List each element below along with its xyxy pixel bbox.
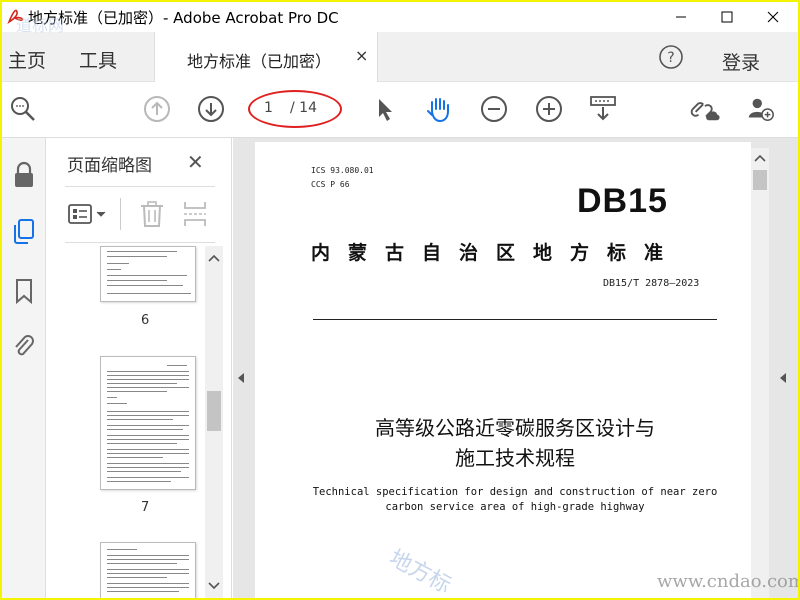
hand-tool-button[interactable] [424, 94, 454, 124]
extract-pages-icon[interactable] [181, 200, 209, 228]
thumbnail-options-button[interactable] [67, 202, 115, 228]
toolbar: 1 / 14 [2, 82, 798, 138]
share-link-icon [690, 102, 720, 121]
zoom-out-icon [481, 96, 507, 122]
document-scrollbar[interactable] [751, 148, 769, 598]
divider [65, 186, 215, 187]
add-user-button[interactable] [746, 94, 776, 124]
scroll-up-icon[interactable] [754, 154, 766, 162]
bookmarks-button[interactable] [9, 276, 39, 306]
site-watermark: www.cndao.com [657, 571, 798, 592]
lock-icon [15, 161, 33, 187]
document-title-cn: 高等级公路近零碳服务区设计与 [375, 416, 655, 440]
next-page-button[interactable] [196, 94, 226, 124]
divider [65, 242, 215, 243]
zoom-in-button[interactable] [534, 94, 564, 124]
minimize-icon [676, 16, 686, 18]
chevron-left-icon [238, 373, 244, 383]
page-thumbnail-7[interactable] [100, 356, 196, 490]
thumbnails-toolbar [65, 194, 215, 234]
select-arrow-icon [379, 99, 392, 121]
chevron-left-icon [780, 373, 786, 383]
thumbnails-scrollbar[interactable] [205, 246, 223, 598]
corner-watermark: 道标网 [16, 16, 65, 35]
document-title-cn: 施工技术规程 [455, 446, 575, 470]
svg-text:?: ? [667, 50, 674, 66]
window-title: 地方标准（已加密）- Adobe Acrobat Pro DC [28, 9, 339, 27]
document-tab-close-button[interactable]: × [355, 46, 368, 65]
collapse-left-pane-button[interactable] [237, 372, 245, 387]
ics-code: ICS 93.080.01 [311, 166, 374, 175]
thumbnail-page-number: 7 [141, 500, 150, 515]
thumbnails-panel-title: 页面缩略图 [67, 156, 152, 176]
thumbnails-panel: 页面缩略图 ✕ 6 7 [47, 138, 232, 598]
red-annotation-ellipse [248, 90, 342, 128]
scrollbar-thumb[interactable] [753, 170, 767, 190]
zoom-in-icon [536, 96, 562, 122]
pages-icon [14, 219, 34, 244]
minimize-button[interactable] [658, 2, 704, 32]
divider-rule [313, 319, 717, 320]
page-thumbnail-6[interactable] [100, 246, 196, 302]
expand-right-pane-button[interactable] [779, 372, 787, 387]
previous-page-button[interactable] [142, 94, 172, 124]
left-nav-strip [2, 138, 46, 598]
security-button[interactable] [9, 160, 39, 190]
document-title-en: Technical specification for design and c… [312, 486, 718, 498]
zoom-marquee-button[interactable] [8, 94, 38, 124]
scrollbar-thumb[interactable] [207, 391, 221, 431]
help-icon[interactable]: ? [658, 44, 684, 70]
document-page: ICS 93.080.01 CCS P 66 DB15 内蒙古自治区地方标准 D… [255, 142, 751, 598]
menu-tools[interactable]: 工具 [79, 46, 117, 73]
close-window-button[interactable] [750, 2, 796, 32]
title-bar: 地方标准（已加密）- Adobe Acrobat Pro DC [2, 2, 798, 32]
standard-prefix: DB15 [577, 182, 668, 220]
scroll-down-icon[interactable] [208, 582, 220, 590]
thumbnail-page-number: 6 [141, 313, 150, 328]
share-link-button[interactable] [690, 94, 720, 124]
menu-bar: 主页 工具 地方标准（已加密） × ? 登录 [2, 32, 798, 82]
scroll-mode-icon [590, 96, 616, 121]
document-tab-label: 地方标准（已加密） [187, 52, 332, 71]
page-thumbnails-button[interactable] [9, 216, 39, 246]
thumbnails-close-button[interactable]: ✕ [187, 150, 204, 174]
bookmark-icon [16, 279, 32, 305]
maximize-icon [721, 11, 733, 23]
standard-number: DB15/T 2878—2023 [603, 278, 700, 289]
trash-icon[interactable] [139, 200, 165, 228]
page-thumbnail-8[interactable] [100, 542, 196, 598]
scroll-up-icon[interactable] [208, 254, 220, 262]
scroll-mode-button[interactable] [588, 94, 618, 124]
document-tab[interactable]: 地方标准（已加密） × [154, 32, 378, 82]
close-icon [767, 11, 779, 23]
issuing-region: 内蒙古自治区地方标准 [311, 242, 682, 264]
attachment-icon [15, 335, 34, 356]
page-down-icon [198, 96, 224, 122]
hand-tool-icon [427, 98, 449, 123]
attachments-button[interactable] [9, 332, 39, 362]
zoom-marquee-icon [11, 97, 35, 121]
maximize-button[interactable] [704, 2, 750, 32]
document-view: ICS 93.080.01 CCS P 66 DB15 内蒙古自治区地方标准 D… [233, 138, 798, 598]
login-button[interactable]: 登录 [722, 48, 760, 75]
menu-home[interactable]: 主页 [8, 46, 46, 73]
acrobat-window: 地方标准（已加密）- Adobe Acrobat Pro DC 主页 工具 地方… [2, 2, 798, 598]
add-user-icon [748, 98, 774, 121]
select-tool-button[interactable] [370, 94, 400, 124]
page-up-icon [144, 96, 170, 122]
zoom-out-button[interactable] [479, 94, 509, 124]
divider [120, 198, 121, 230]
ccs-code: CCS P 66 [311, 180, 350, 189]
document-title-en: carbon service area of high-grade highwa… [385, 501, 645, 513]
